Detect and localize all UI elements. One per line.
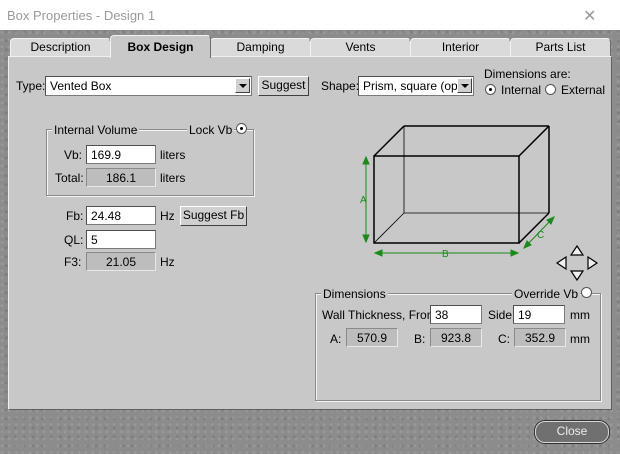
tab-interior[interactable]: Interior [410,38,511,56]
lock-vb-label: Lock Vb [187,123,235,137]
internal-radio[interactable] [485,84,496,95]
type-dropdown-arrow-icon[interactable] [235,78,250,93]
tab-vents[interactable]: Vents [310,38,411,56]
vb-input[interactable]: 169.9 [86,145,156,164]
f3-label: F3: [64,255,82,269]
shape-label: Shape: [321,79,360,93]
f3-value: 21.05 [86,252,156,271]
tab-box-design[interactable]: Box Design [110,35,211,58]
total-unit: liters [160,171,186,185]
label-c: C [537,230,544,241]
external-radio[interactable] [545,84,556,95]
shape-dropdown-arrow-icon[interactable] [457,78,472,93]
f3-unit: Hz [160,255,175,269]
a-label: A: [330,332,342,346]
total-value: 186.1 [86,168,156,187]
override-vb-label: Override Vb [512,287,581,301]
internal-volume-label: Internal Volume [52,123,140,137]
b-label: B: [414,332,426,346]
suggest-button[interactable]: Suggest [258,76,309,96]
wall-front-input[interactable]: 38 [430,305,482,324]
wall-front-label: Wall Thickness, Front: [322,308,441,322]
override-vb-radio[interactable] [581,287,592,298]
dimensions-are-label: Dimensions are: [484,67,571,81]
c-label: C: [498,332,510,346]
suggest-fb-button[interactable]: Suggest Fb [180,206,247,226]
vb-label: Vb: [64,148,83,162]
c-value: 352.9 [514,328,566,347]
label-a: A [360,195,367,206]
window-title: Box Properties - Design 1 [7,8,156,23]
ql-label: QL: [64,233,84,247]
fb-label: Fb: [66,209,84,223]
internal-radio-label: Internal [501,83,542,97]
type-value: Vented Box [50,79,112,93]
vb-unit: liters [160,148,186,162]
b-value: 923.8 [430,328,482,347]
shape-value: Prism, square (opt.) [363,79,469,93]
side-unit: mm [570,308,590,322]
box-front-face [373,155,520,244]
close-button[interactable]: Close [535,421,609,443]
tab-parts-list[interactable]: Parts List [510,38,611,56]
side-input[interactable]: 19 [513,305,565,324]
tab-description[interactable]: Description [10,38,111,56]
total-label: Total: [55,171,84,185]
c-unit: mm [570,332,590,346]
label-b: B [442,249,449,260]
title-bar: Box Properties - Design 1 ✕ [0,0,620,30]
lock-vb-radio[interactable] [236,123,247,134]
close-icon[interactable]: ✕ [583,6,596,26]
dimension-lines [362,155,555,257]
ql-input[interactable]: 5 [86,230,156,249]
side-label: Side: [488,308,516,322]
type-label: Type: [16,79,46,93]
external-radio-label: External [561,83,606,97]
rotate-arrows-icon[interactable] [555,244,599,282]
type-select[interactable]: Vented Box [45,76,252,96]
fb-input[interactable]: 24.48 [86,206,156,225]
fb-unit: Hz [160,209,175,223]
a-value: 570.9 [346,328,398,347]
tab-damping[interactable]: Damping [210,38,311,56]
dimensions-label: Dimensions [321,287,388,301]
